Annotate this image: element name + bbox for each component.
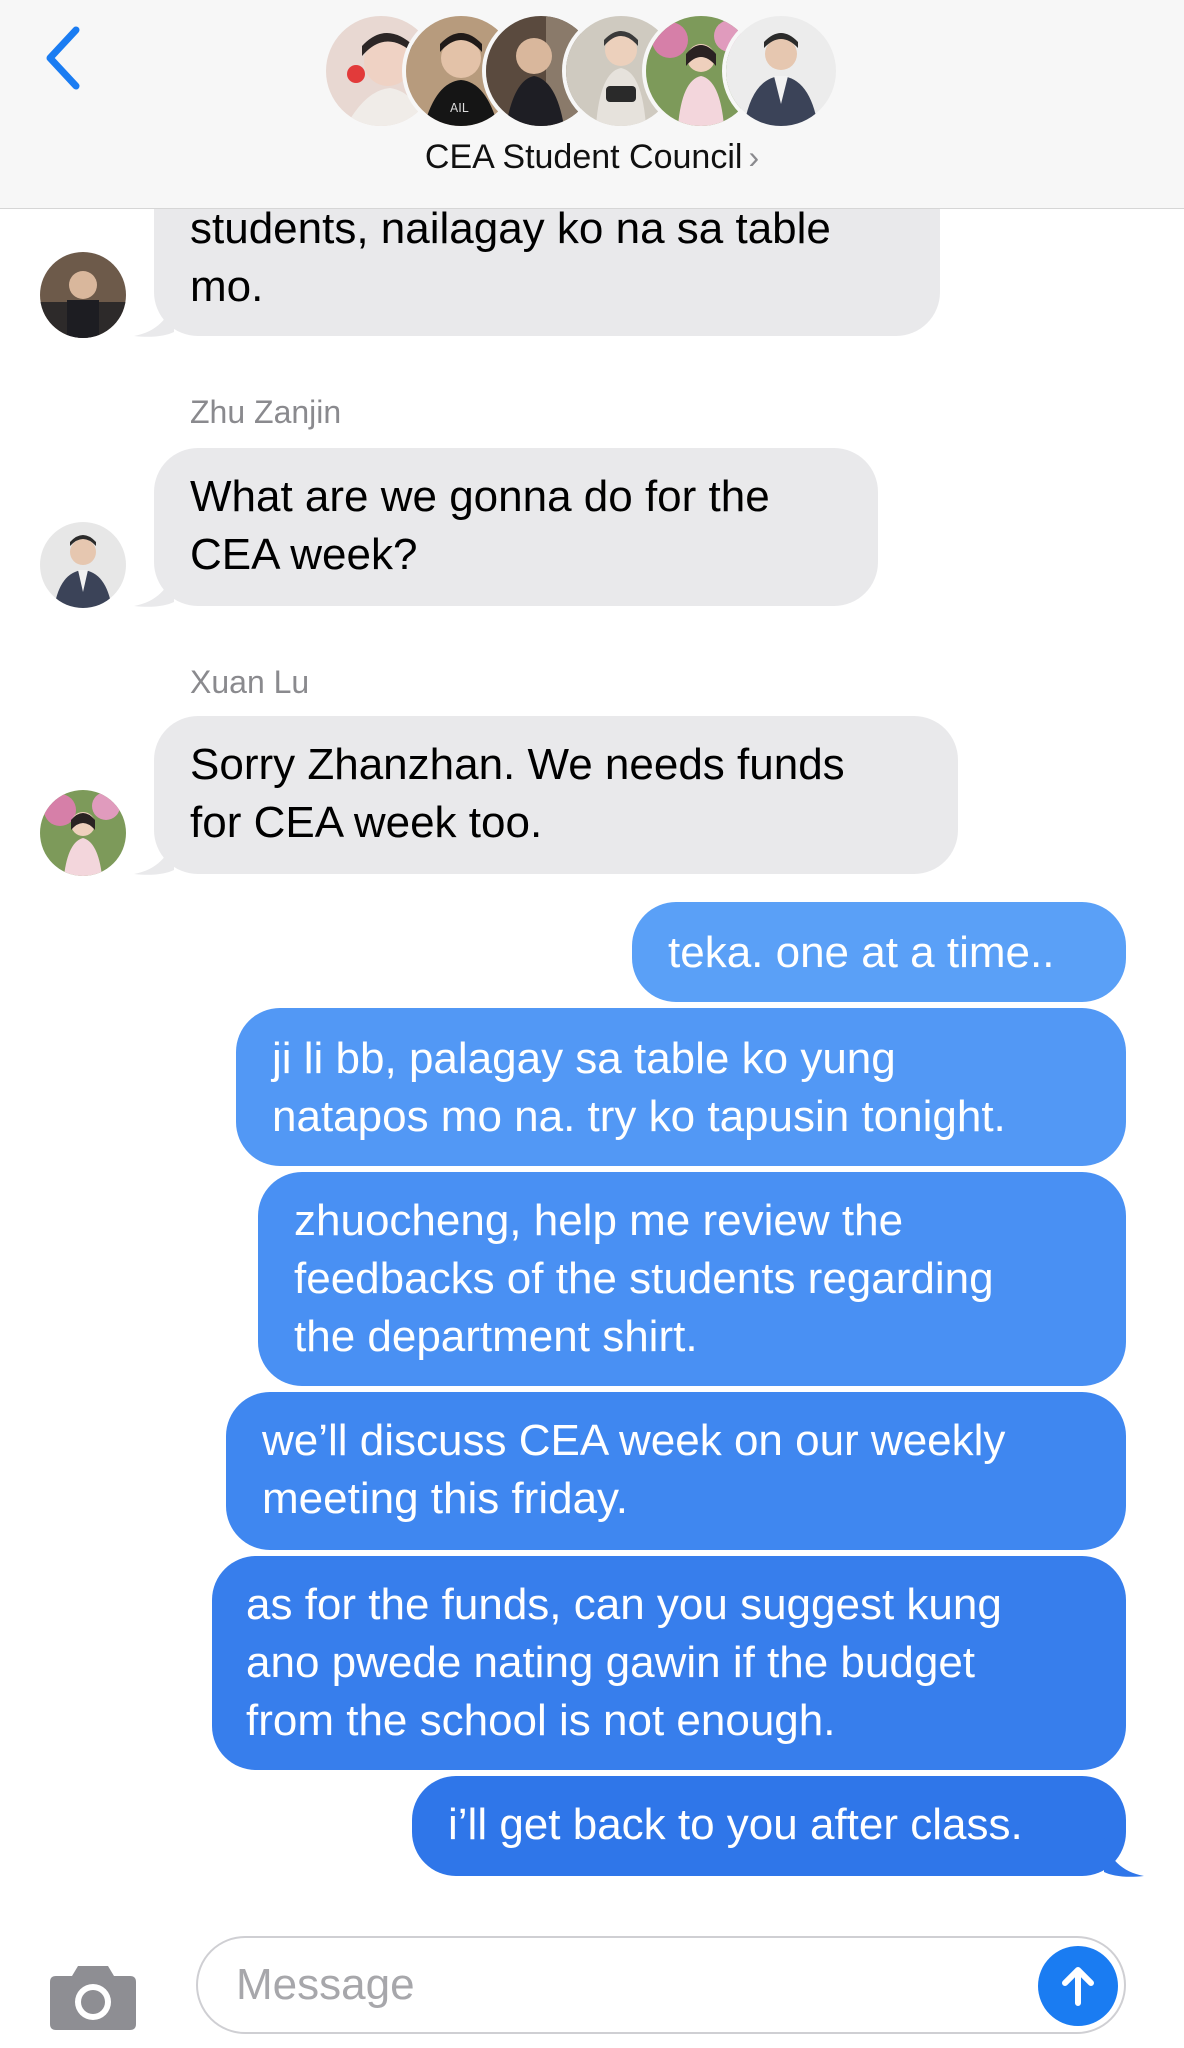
message-line: the department shirt. — [294, 1312, 698, 1361]
message-line: Sorry Zhanzhan. We needs funds — [190, 740, 845, 789]
message-line: ano pwede nating gawin if the budget — [246, 1638, 976, 1687]
outgoing-message[interactable]: ji li bb, palagay sa table ko yung natap… — [236, 1008, 1126, 1166]
chevron-right-icon: › — [748, 139, 760, 175]
message-line: CEA week? — [190, 530, 418, 579]
message-line: for CEA week too. — [190, 798, 543, 847]
message-line: meeting this friday. — [262, 1474, 629, 1523]
chevron-left-icon — [46, 26, 80, 90]
outgoing-message[interactable]: zhuocheng, help me review the feedbacks … — [258, 1172, 1126, 1386]
sender-name: Xuan Lu — [190, 664, 310, 700]
avatar-member-6 — [722, 12, 840, 130]
incoming-message[interactable]: Sorry Zhanzhan. We needs funds for CEA w… — [154, 716, 958, 874]
group-avatars[interactable]: AIL — [322, 12, 862, 130]
bubble-tail — [1104, 1838, 1144, 1877]
message-line: from the school is not enough. — [246, 1696, 836, 1745]
send-button[interactable] — [1038, 1946, 1118, 2026]
camera-button[interactable] — [48, 1960, 138, 2032]
incoming-message[interactable]: students, nailagay ko na sa table mo. — [154, 190, 940, 336]
outgoing-message[interactable]: i’ll get back to you after class. — [412, 1776, 1126, 1876]
message-line: as for the funds, can you suggest kung — [246, 1580, 1002, 1629]
group-title[interactable]: CEA Student Council › — [0, 138, 1184, 182]
outgoing-message[interactable]: as for the funds, can you suggest kung a… — [212, 1556, 1126, 1770]
composer-bar — [0, 1920, 1184, 2048]
message-input[interactable] — [196, 1936, 1126, 2034]
avatar-sender-1[interactable] — [40, 252, 126, 338]
outgoing-message[interactable]: teka. one at a time.. — [632, 902, 1126, 1002]
outgoing-message[interactable]: we’ll discuss CEA week on our weekly mee… — [226, 1392, 1126, 1550]
message-line: teka. one at a time.. — [668, 928, 1055, 977]
arrow-up-icon — [1062, 1967, 1094, 2006]
svg-text:AIL: AIL — [450, 101, 469, 115]
conversation-header: AIL CEA Student Council › — [0, 0, 1184, 209]
message-line: natapos mo na. try ko tapusin tonight. — [272, 1092, 1006, 1141]
message-line: i’ll get back to you after class. — [448, 1800, 1023, 1849]
message-line: we’ll discuss CEA week on our weekly — [262, 1416, 1006, 1465]
back-button[interactable] — [40, 24, 90, 94]
group-name: CEA Student Council — [424, 138, 743, 176]
message-line: zhuocheng, help me review the — [294, 1196, 904, 1245]
avatar-sender-3[interactable] — [40, 790, 126, 876]
incoming-message[interactable]: What are we gonna do for the CEA week? — [154, 448, 878, 606]
camera-icon — [50, 1966, 136, 2030]
message-thread: students, nailagay ko na sa table mo. Zh… — [0, 0, 1184, 2048]
message-line: What are we gonna do for the — [190, 472, 770, 521]
avatar-sender-2[interactable] — [40, 522, 126, 608]
message-line: feedbacks of the students regarding — [294, 1254, 994, 1303]
message-line: mo. — [190, 262, 264, 311]
sender-name: Zhu Zanjin — [190, 394, 342, 430]
message-line: ji li bb, palagay sa table ko yung — [272, 1034, 896, 1083]
